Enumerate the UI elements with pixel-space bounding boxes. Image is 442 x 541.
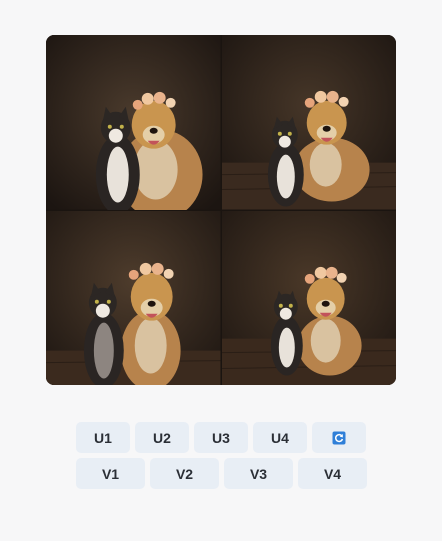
cat-and-dog-photo-2: [221, 35, 396, 210]
variation-button-row: V1 V2 V3 V4: [76, 458, 367, 489]
v4-button[interactable]: V4: [298, 458, 367, 489]
cat-and-dog-photo-1: [46, 35, 221, 210]
upscale-button-row: U1 U2 U3 U4: [76, 422, 366, 453]
u2-button[interactable]: U2: [135, 422, 189, 453]
u3-button[interactable]: U3: [194, 422, 248, 453]
cat-and-dog-photo-3: [46, 210, 221, 385]
u1-button[interactable]: U1: [76, 422, 130, 453]
image-tile-1[interactable]: [46, 35, 221, 210]
cat-and-dog-photo-4: [221, 210, 396, 385]
u4-button[interactable]: U4: [253, 422, 307, 453]
v3-button[interactable]: V3: [224, 458, 293, 489]
refresh-icon: [332, 431, 346, 445]
image-tile-2[interactable]: [221, 35, 396, 210]
image-grid: [46, 35, 396, 385]
reroll-button[interactable]: [312, 422, 366, 453]
v2-button[interactable]: V2: [150, 458, 219, 489]
image-tile-3[interactable]: [46, 210, 221, 385]
image-tile-4[interactable]: [221, 210, 396, 385]
v1-button[interactable]: V1: [76, 458, 145, 489]
